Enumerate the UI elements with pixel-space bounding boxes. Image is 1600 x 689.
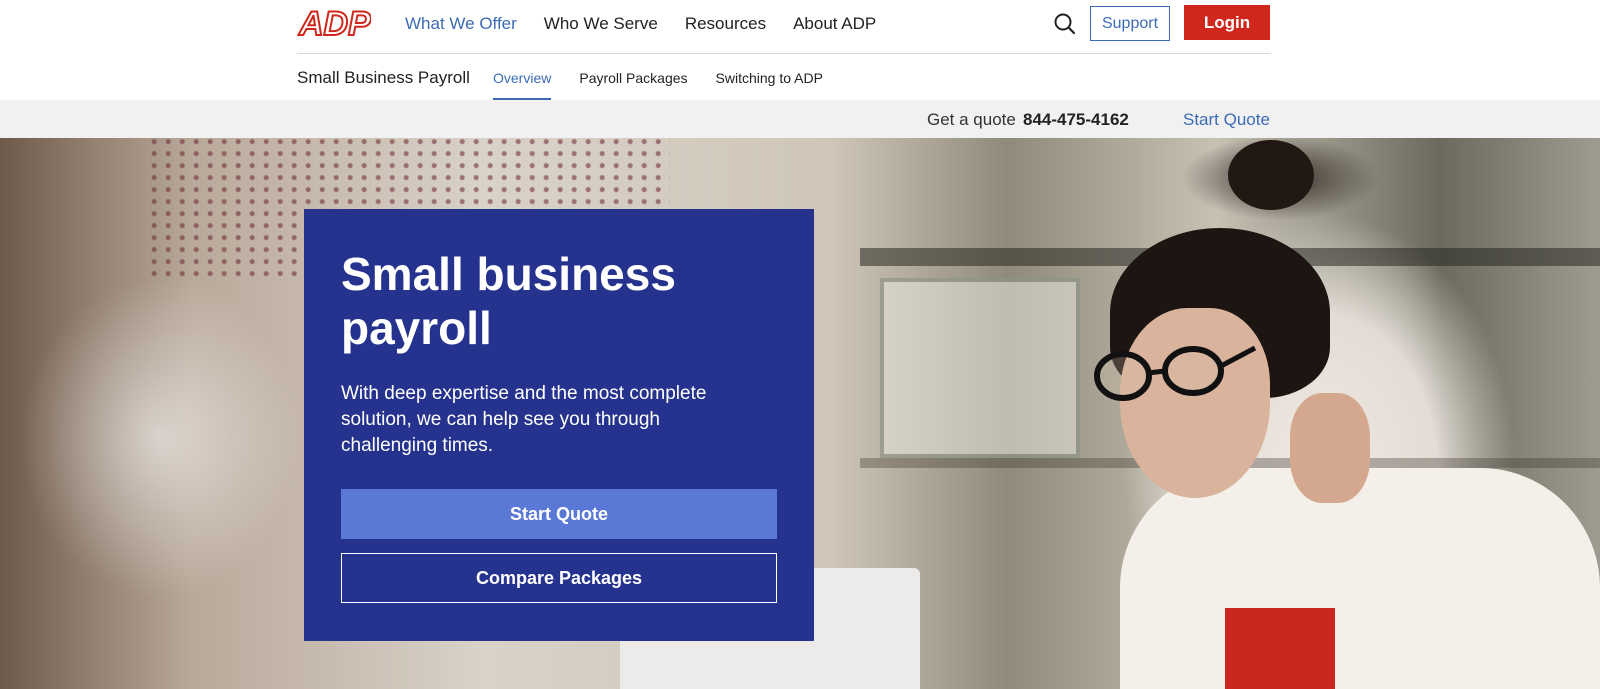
hero-woman-hair-bun — [1228, 140, 1314, 210]
tab-payroll-packages[interactable]: Payroll Packages — [579, 70, 687, 100]
hero-title: Small business payroll — [341, 248, 676, 354]
login-button[interactable]: Login — [1184, 5, 1270, 40]
adp-logo[interactable]: ADP — [297, 5, 371, 41]
top-navigation-inner: ADP What We Offer Who We Serve Resources… — [297, 0, 1271, 54]
tab-overview[interactable]: Overview — [493, 70, 552, 100]
start-quote-button[interactable]: Start Quote — [341, 489, 777, 539]
compare-packages-button[interactable]: Compare Packages — [341, 553, 777, 603]
tab-switching-to-adp[interactable]: Switching to ADP — [716, 70, 823, 100]
start-quote-link[interactable]: Start Quote — [1183, 110, 1270, 130]
hero-window — [880, 278, 1080, 458]
hero-woman-sweater — [1120, 468, 1600, 689]
subnav-title[interactable]: Small Business Payroll — [297, 68, 470, 88]
subnav-tabs: Overview Payroll Packages Switching to A… — [493, 70, 851, 100]
nav-link-resources[interactable]: Resources — [685, 14, 766, 34]
sub-navigation: Small Business Payroll Overview Payroll … — [297, 55, 1271, 100]
hero-woman-apron — [1225, 608, 1335, 689]
quote-phone-number[interactable]: 844-475-4162 — [1023, 110, 1129, 130]
primary-nav: What We Offer Who We Serve Resources Abo… — [405, 14, 903, 34]
nav-link-who-we-serve[interactable]: Who We Serve — [544, 14, 658, 34]
nav-link-what-we-offer[interactable]: What We Offer — [405, 14, 517, 34]
hero-woman-hand — [1290, 393, 1370, 503]
quote-label: Get a quote — [927, 110, 1016, 129]
hero-woman-glasses — [1094, 345, 1257, 401]
hero-section: Small business payroll With deep experti… — [0, 138, 1600, 689]
adp-logo-text: ADP — [298, 5, 371, 41]
nav-link-about-adp[interactable]: About ADP — [793, 14, 876, 34]
hero-description: With deep expertise and the most complet… — [341, 383, 707, 456]
search-icon[interactable] — [1053, 12, 1077, 36]
hero-card: Small business payroll With deep experti… — [304, 209, 814, 641]
quote-bar: Get a quote 844-475-4162 Start Quote — [0, 100, 1600, 138]
support-button[interactable]: Support — [1090, 6, 1170, 41]
top-navigation: ADP What We Offer Who We Serve Resources… — [0, 0, 1600, 54]
